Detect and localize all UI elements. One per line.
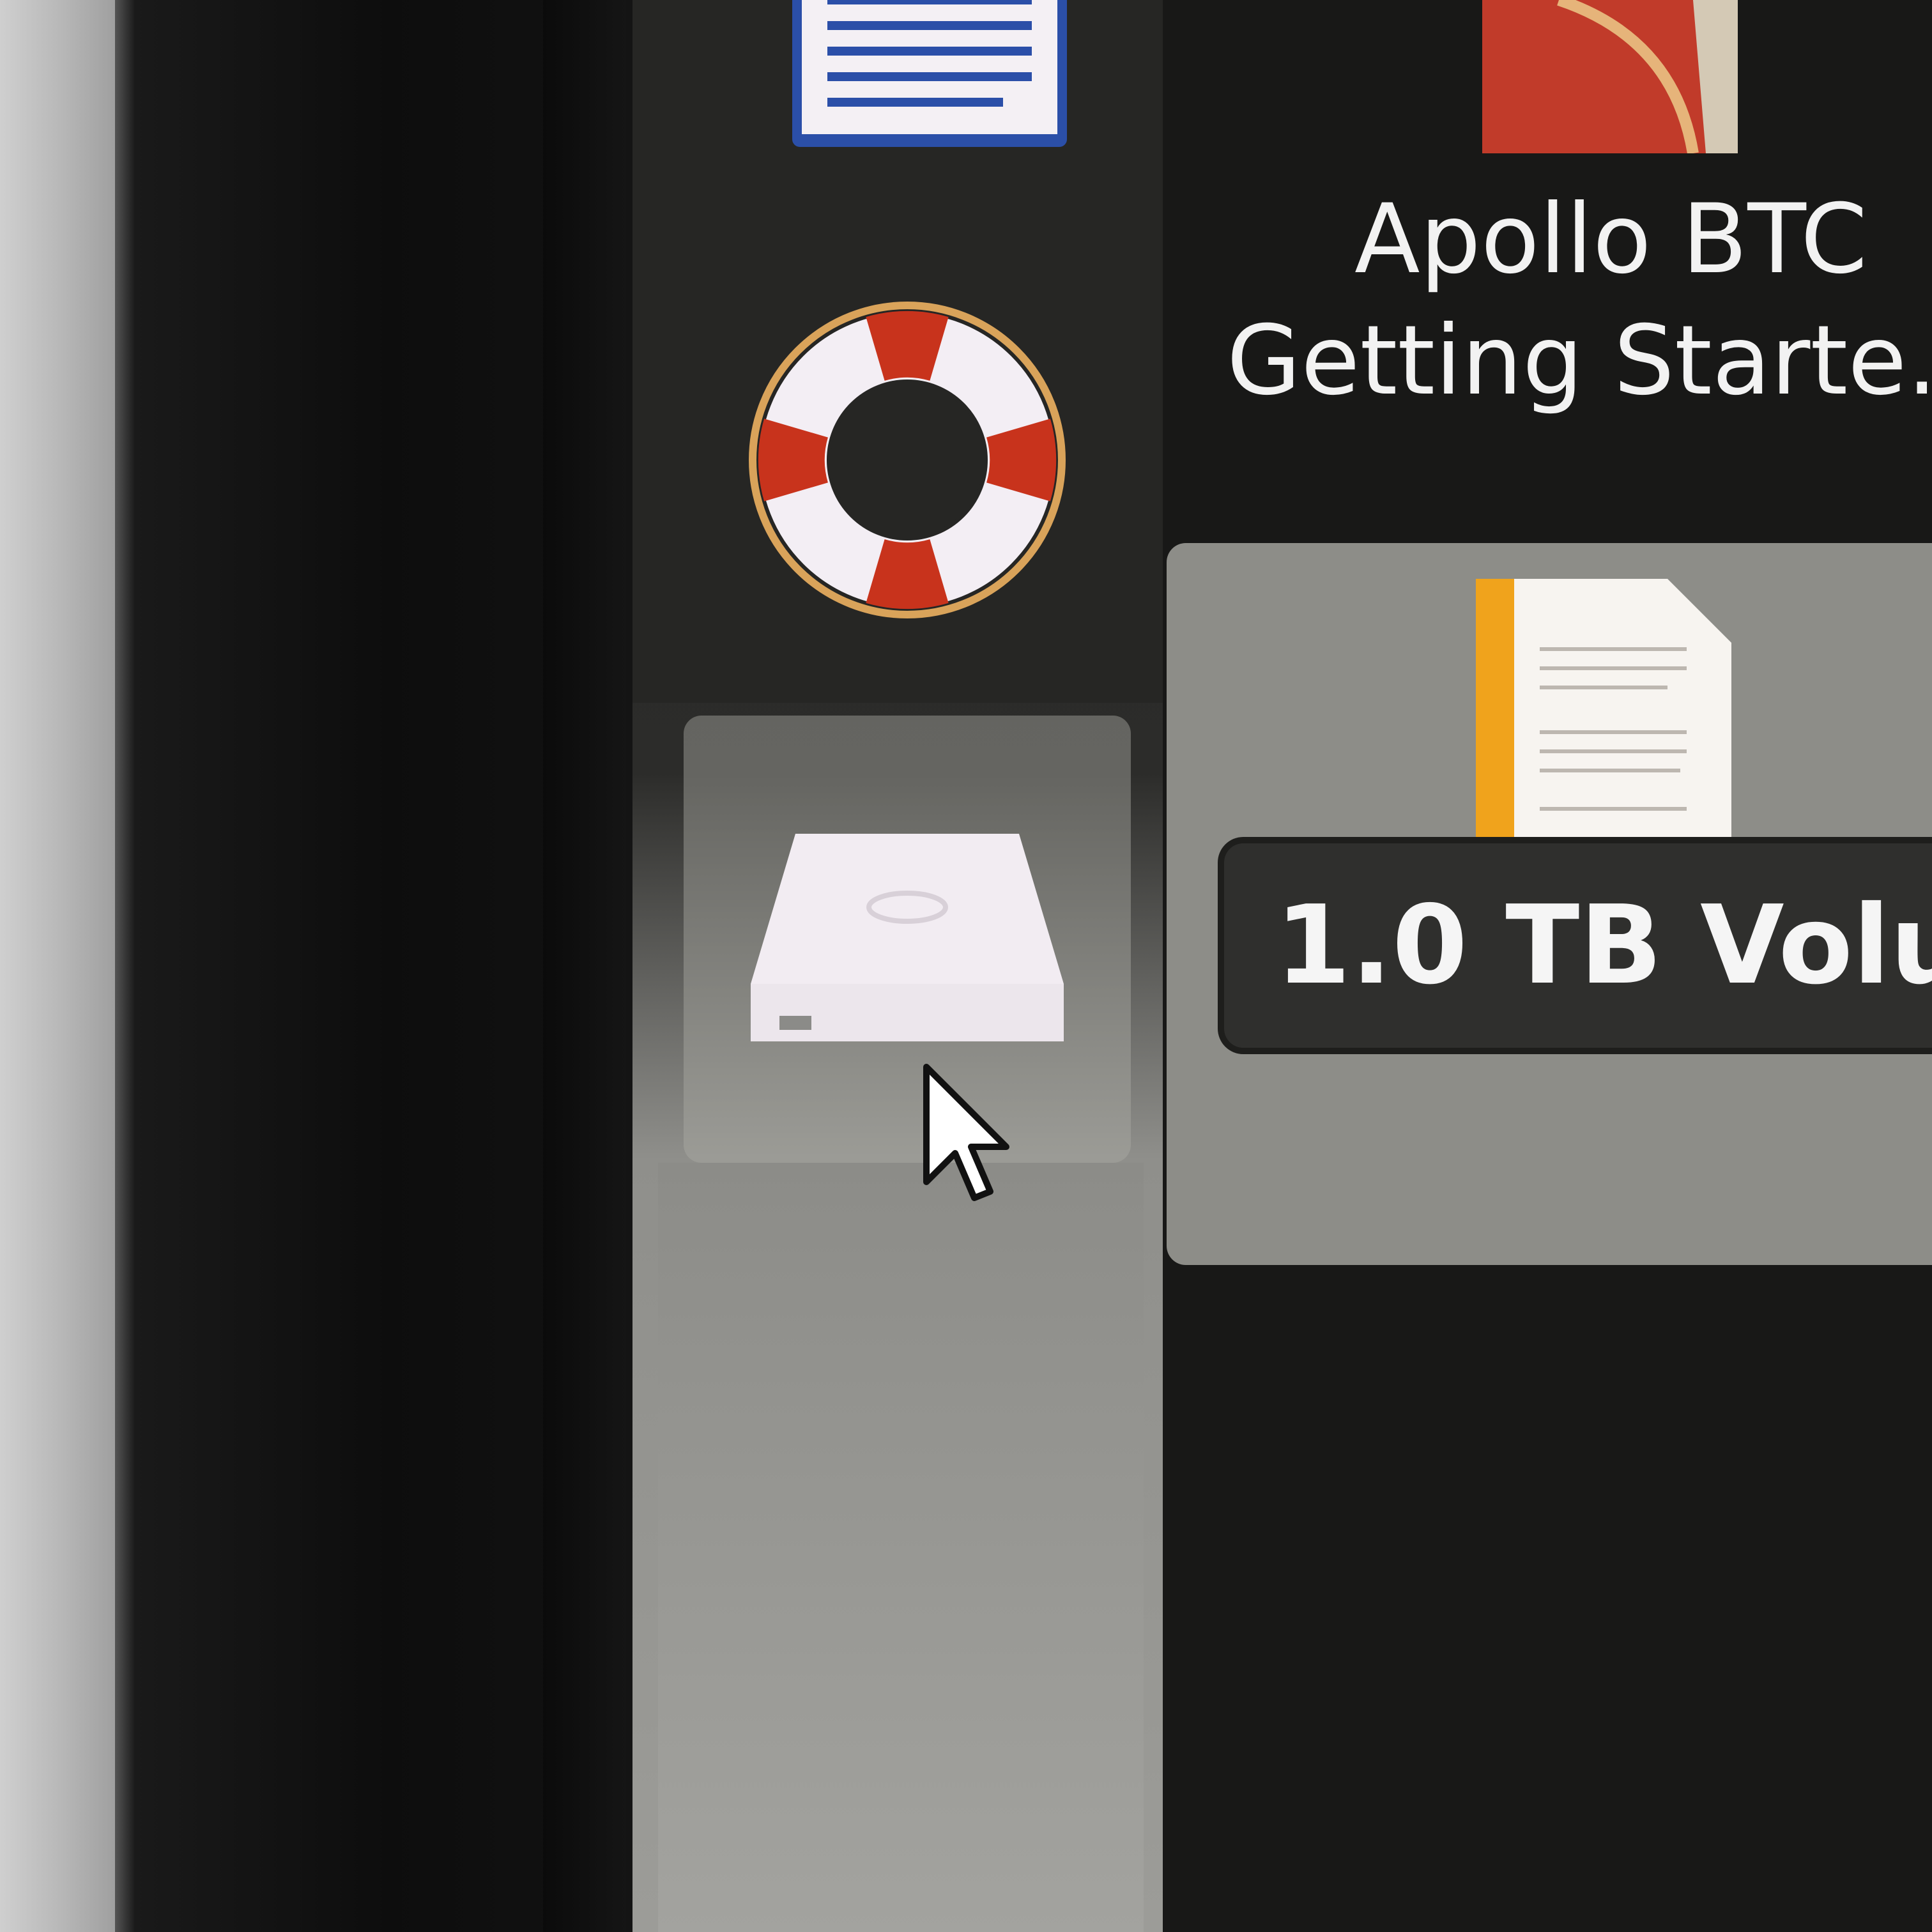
volume-label-box: 1.0 TB Volume [1218,837,1932,1054]
desktop-icon-apollo-btc[interactable]: Apollo BTC Getting Starte. [1227,0,1932,417]
hard-drive-icon [751,834,1064,1041]
screen-photo: Apollo BTC Getting Starte. 1.0 TB Volume [0,0,1932,1932]
launcher-item-help[interactable] [684,243,1131,690]
desktop-icon-label-line1: Apollo BTC [1354,184,1867,295]
launcher-item-drive[interactable] [684,716,1131,1163]
wall [0,0,128,1932]
bezel-edge [115,0,134,1932]
file-icon [1476,579,1731,847]
launcher-bottom [658,1163,1144,1932]
launcher-item-text-editor[interactable] [684,0,1131,166]
lifebuoy-icon [749,302,1066,618]
monitor-bezel [128,0,562,1932]
document-icon [792,0,1067,147]
launcher [632,0,1163,1932]
pdf-document-icon [1482,0,1738,153]
desktop-icon-label-line2: Getting Starte. [1227,305,1932,417]
mouse-pointer-icon [923,1064,1009,1201]
bezel-inner [543,0,626,1932]
volume-label: 1.0 TB Volume [1275,882,1932,1009]
